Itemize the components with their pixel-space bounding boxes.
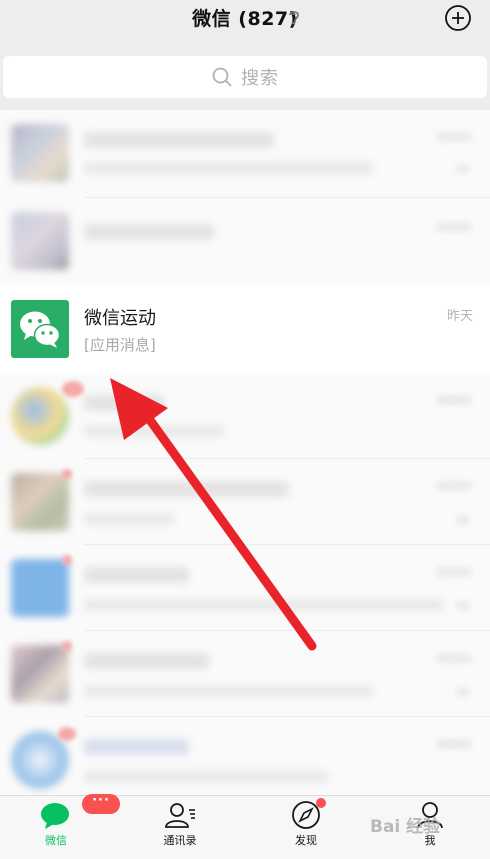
chat-name: [84, 132, 274, 148]
chat-name: [84, 224, 214, 240]
avatar: [11, 645, 69, 703]
avatar: [11, 731, 69, 789]
mute-icon: [456, 601, 470, 611]
ear-icon: [289, 11, 299, 25]
unread-dot: [62, 641, 72, 651]
chat-time: [436, 132, 472, 142]
chat-time: [436, 567, 472, 577]
wechat-sports-avatar: [11, 300, 69, 358]
chat-name: [84, 481, 289, 497]
chat-time: [436, 653, 472, 663]
chat-name: [84, 567, 189, 583]
unread-dot: [62, 555, 72, 565]
list-item[interactable]: [0, 459, 490, 545]
search-placeholder: 搜索: [241, 68, 279, 89]
tab-contacts[interactable]: 通讯录: [140, 800, 220, 858]
notification-dot: [316, 798, 326, 808]
unread-dot: [62, 469, 72, 479]
chat-name: [84, 653, 209, 669]
mute-icon: [456, 515, 470, 525]
chat-name: [84, 395, 164, 411]
list-item[interactable]: [0, 110, 490, 198]
chat-preview: [应用消息]: [84, 336, 156, 354]
chat-time: 昨天: [446, 309, 473, 324]
watermark: Bai 经验: [370, 817, 441, 837]
tab-label: 微信: [45, 834, 67, 847]
page-title: 微信 (827): [192, 8, 298, 30]
tab-label: 通讯录: [163, 834, 197, 847]
avatar: [11, 387, 69, 445]
avatar: [11, 124, 69, 182]
mute-icon: [456, 164, 470, 174]
tab-label: 发现: [295, 834, 317, 847]
list-item[interactable]: [0, 545, 490, 631]
add-button[interactable]: [444, 4, 472, 32]
chat-preview: [84, 162, 374, 174]
tab-chats[interactable]: 微信 ···: [16, 794, 120, 858]
chat-preview: [84, 771, 329, 783]
avatar: [11, 212, 69, 270]
chat-time: [436, 739, 472, 749]
chat-name: [84, 739, 189, 755]
chat-time: [436, 395, 472, 405]
list-item[interactable]: [0, 717, 490, 795]
list-item[interactable]: [0, 373, 490, 459]
unread-badge: [62, 381, 84, 397]
unread-badge: [58, 727, 76, 741]
chat-bubble-icon: [41, 803, 69, 829]
chat-name: 微信运动: [84, 308, 156, 329]
chat-item-wechat-sports[interactable]: 微信运动 [应用消息] 昨天: [0, 285, 490, 373]
unread-badge: ···: [82, 794, 120, 814]
chat-list: 微信运动 [应用消息] 昨天: [0, 110, 490, 795]
chat-time: [436, 481, 472, 491]
chat-time: [436, 222, 472, 232]
mute-icon: [456, 687, 470, 697]
avatar: [11, 559, 69, 617]
search-icon: [212, 67, 232, 87]
tab-discover[interactable]: 发现: [266, 798, 346, 858]
chat-preview: [84, 425, 224, 437]
list-item[interactable]: [0, 198, 490, 285]
list-item[interactable]: [0, 631, 490, 717]
contacts-icon: [165, 803, 195, 828]
top-bar: 微信 (827): [0, 0, 490, 44]
chat-preview: [84, 599, 444, 611]
search-input[interactable]: 搜索: [3, 56, 487, 98]
wechat-logo-icon: [20, 311, 61, 348]
chat-preview: [84, 685, 374, 697]
chat-preview: [84, 513, 174, 525]
avatar: [11, 473, 69, 531]
